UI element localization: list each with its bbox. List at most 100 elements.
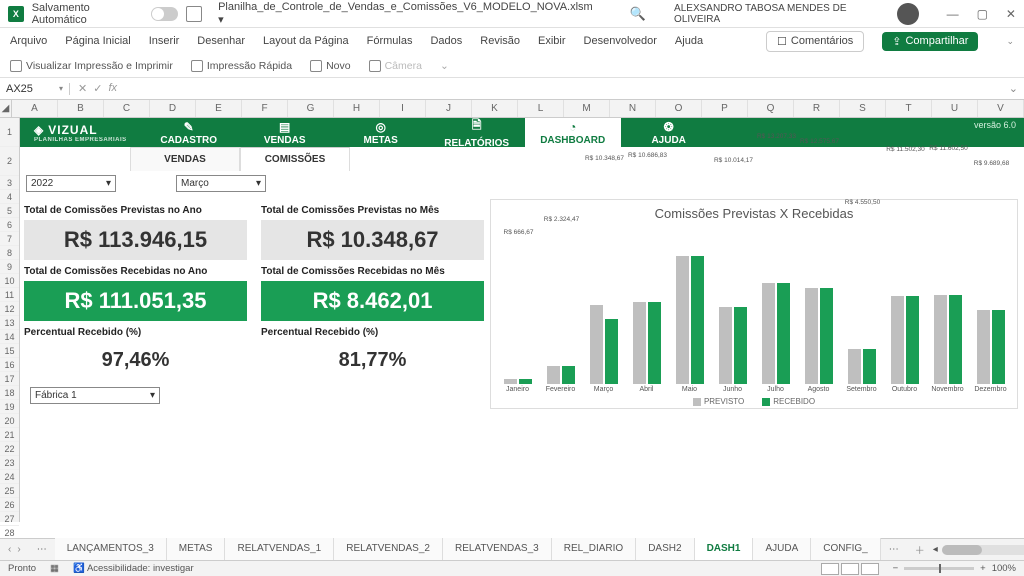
- column-header[interactable]: T: [886, 100, 932, 117]
- autosave-toggle[interactable]: Salvamento Automático: [32, 2, 179, 26]
- save-icon[interactable]: [186, 6, 202, 22]
- cancel-formula-icon[interactable]: ✕: [78, 82, 87, 95]
- minimize-icon[interactable]: —: [947, 7, 959, 21]
- subtab-vendas[interactable]: VENDAS: [130, 147, 240, 171]
- column-header[interactable]: H: [334, 100, 380, 117]
- hscroll-left-icon[interactable]: ◂: [933, 544, 938, 555]
- column-header[interactable]: B: [58, 100, 104, 117]
- tab-pagina-inicial[interactable]: Página Inicial: [65, 35, 130, 47]
- name-box[interactable]: AX25▾: [0, 83, 70, 95]
- column-header[interactable]: P: [702, 100, 748, 117]
- print-preview-button[interactable]: Visualizar Impressão e Imprimir: [10, 60, 173, 72]
- nav-relatórios[interactable]: 🗎RELATÓRIOS: [429, 118, 525, 147]
- search-icon[interactable]: 🔍: [630, 6, 646, 22]
- month-select[interactable]: Março▾: [176, 175, 266, 192]
- kpi-value-pct-mes: 81,77%: [261, 342, 484, 379]
- quick-print-button[interactable]: Impressão Rápida: [191, 60, 292, 72]
- view-buttons[interactable]: [821, 563, 879, 575]
- toggle-switch-icon[interactable]: [151, 7, 178, 21]
- zoom-in-icon[interactable]: +: [980, 563, 986, 574]
- zoom-out-icon[interactable]: −: [893, 563, 899, 574]
- tab-layout[interactable]: Layout da Página: [263, 35, 349, 47]
- nav-icon: ✎: [184, 120, 194, 134]
- add-sheet-icon[interactable]: ＋: [907, 542, 933, 557]
- sheet-tab[interactable]: AJUDA: [753, 538, 811, 562]
- sheet-tab[interactable]: LANÇAMENTOS_3: [55, 538, 167, 562]
- tab-ajuda[interactable]: Ajuda: [675, 35, 703, 47]
- column-header[interactable]: I: [380, 100, 426, 117]
- close-icon[interactable]: ✕: [1006, 7, 1016, 21]
- column-header[interactable]: R: [794, 100, 840, 117]
- zoom-control[interactable]: − + 100%: [893, 563, 1016, 574]
- column-header[interactable]: N: [610, 100, 656, 117]
- sheet-tab[interactable]: CONFIG_: [811, 538, 880, 562]
- tab-arquivo[interactable]: Arquivo: [10, 35, 47, 47]
- column-header[interactable]: K: [472, 100, 518, 117]
- nav-dashboard[interactable]: ◔DASHBOARD: [525, 118, 621, 147]
- column-header[interactable]: C: [104, 100, 150, 117]
- ribbon-collapse-icon[interactable]: ⌄: [1006, 36, 1014, 47]
- fabrica-select[interactable]: Fábrica 1▾: [30, 387, 160, 404]
- tab-desenhar[interactable]: Desenhar: [197, 35, 245, 47]
- select-all-cell[interactable]: ◢: [0, 100, 12, 117]
- horizontal-scrollbar[interactable]: [942, 545, 1024, 555]
- column-header[interactable]: A: [12, 100, 58, 117]
- fx-icon[interactable]: fx: [108, 82, 117, 95]
- comments-button[interactable]: ☐ Comentários: [766, 31, 864, 52]
- sheet-tab[interactable]: RELATVENDAS_1: [225, 538, 334, 562]
- tab-revisao[interactable]: Revisão: [480, 35, 520, 47]
- column-header[interactable]: M: [564, 100, 610, 117]
- formula-expand-icon[interactable]: ⌄: [1003, 82, 1024, 95]
- user-label[interactable]: ALEXSANDRO TABOSA MENDES DE OLIVEIRA: [674, 3, 919, 25]
- sheet-tab[interactable]: DASH1: [695, 538, 754, 562]
- sheet-tab[interactable]: METAS: [167, 538, 226, 562]
- tabs-overflow-right-icon[interactable]: ⋯: [881, 544, 907, 555]
- page-break-春view-icon[interactable]: [861, 563, 879, 575]
- bar-group: R$ 4.550,50Setembro: [841, 244, 882, 393]
- zoom-level[interactable]: 100%: [992, 563, 1016, 574]
- subtab-comissoes[interactable]: COMISSÕES: [240, 147, 350, 171]
- column-header[interactable]: D: [150, 100, 196, 117]
- column-header[interactable]: F: [242, 100, 288, 117]
- column-header[interactable]: L: [518, 100, 564, 117]
- column-header[interactable]: G: [288, 100, 334, 117]
- tab-formulas[interactable]: Fórmulas: [367, 35, 413, 47]
- chevron-down-icon[interactable]: ▾: [59, 84, 63, 93]
- sheet-tab[interactable]: REL_DIARIO: [552, 538, 636, 562]
- tab-nav-prev-icon[interactable]: ‹: [8, 544, 11, 555]
- zoom-slider[interactable]: [904, 567, 974, 570]
- column-header[interactable]: E: [196, 100, 242, 117]
- quickbar-overflow-icon[interactable]: ⌄: [440, 60, 449, 72]
- worksheet-content[interactable]: ◈VIZUAL PLANILHAS EMPRESARIAIS ✎CADASTRO…: [20, 118, 1024, 522]
- enter-formula-icon[interactable]: ✓: [93, 82, 102, 95]
- nav-cadastro[interactable]: ✎CADASTRO: [141, 118, 237, 147]
- column-header[interactable]: J: [426, 100, 472, 117]
- quick-access-bar: Visualizar Impressão e Imprimir Impressã…: [0, 54, 1024, 78]
- new-button[interactable]: Novo: [310, 60, 351, 72]
- maximize-icon[interactable]: ▢: [977, 7, 988, 21]
- tab-inserir[interactable]: Inserir: [149, 35, 180, 47]
- sheet-tab[interactable]: RELATVENDAS_2: [334, 538, 443, 562]
- column-header[interactable]: U: [932, 100, 978, 117]
- column-header[interactable]: S: [840, 100, 886, 117]
- tab-nav-next-icon[interactable]: ›: [17, 544, 20, 555]
- tabs-overflow-icon[interactable]: ⋯: [29, 544, 55, 555]
- column-header[interactable]: O: [656, 100, 702, 117]
- macros-icon[interactable]: ▦: [50, 563, 59, 574]
- page-layout-view-icon[interactable]: [841, 563, 859, 575]
- nav-ajuda[interactable]: ❂AJUDA: [621, 118, 717, 147]
- nav-vendas[interactable]: ▤VENDAS: [237, 118, 333, 147]
- nav-metas[interactable]: ◎METAS: [333, 118, 429, 147]
- sheet-tab[interactable]: DASH2: [636, 538, 694, 562]
- year-select[interactable]: 2022▾: [26, 175, 116, 192]
- tab-desenvolvedor[interactable]: Desenvolvedor: [584, 35, 657, 47]
- share-button[interactable]: ⇪ Compartilhar: [882, 32, 978, 51]
- sheet-tab[interactable]: RELATVENDAS_3: [443, 538, 552, 562]
- tab-exibir[interactable]: Exibir: [538, 35, 566, 47]
- column-header[interactable]: Q: [748, 100, 794, 117]
- accessibility-status[interactable]: ♿ Acessibilidade: investigar: [73, 563, 194, 574]
- column-header[interactable]: V: [978, 100, 1024, 117]
- normal-view-icon[interactable]: [821, 563, 839, 575]
- kpi-label: Percentual Recebido (%): [261, 321, 484, 342]
- tab-dados[interactable]: Dados: [430, 35, 462, 47]
